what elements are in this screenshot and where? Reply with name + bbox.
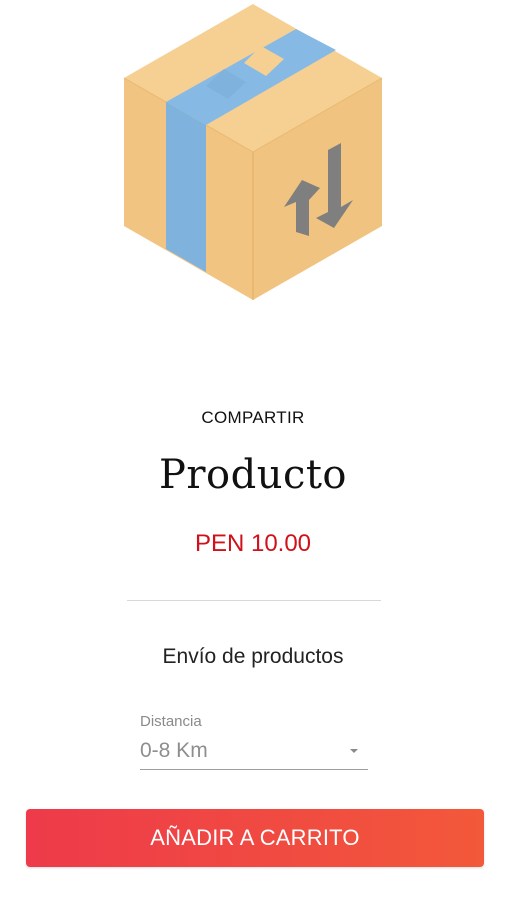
distance-select[interactable]: 0-8 Km (140, 735, 368, 770)
product-price: PEN 10.00 (194, 530, 312, 557)
chevron-down-icon (350, 749, 358, 753)
share-link[interactable]: COMPARTIR (0, 408, 506, 428)
product-title: Producto (158, 452, 348, 498)
box-icon (123, 4, 383, 300)
divider (127, 600, 381, 601)
shipping-section-title: Envío de productos (162, 645, 344, 668)
distance-label: Distancia (140, 713, 202, 730)
add-to-cart-button[interactable]: AÑADIR A CARRITO (26, 809, 484, 867)
distance-select-value: 0-8 Km (140, 739, 208, 762)
